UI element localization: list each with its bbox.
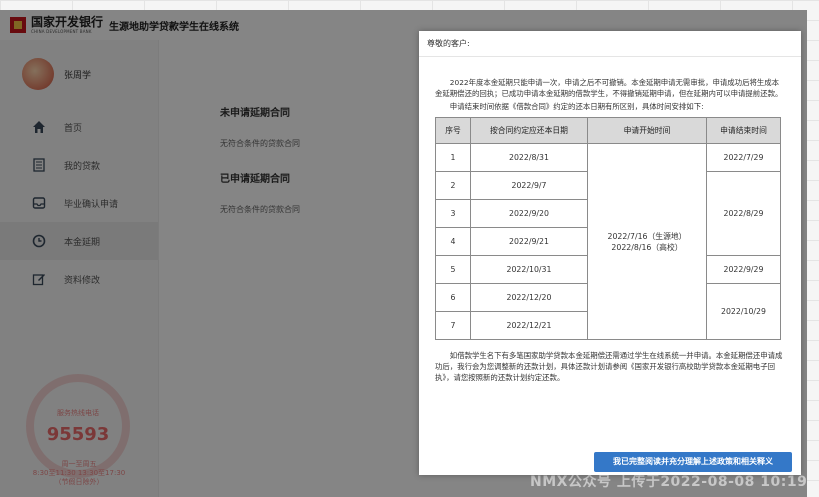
end-time-cell: 2022/7/29 (706, 143, 781, 172)
table-header-row: 序号 按合同约定应还本日期 申请开始时间 申请结束时间 (435, 117, 781, 144)
confirm-read-button[interactable]: 我已完整阅读并充分理解上述政策和相关释义 (594, 452, 792, 472)
row-no: 1 (435, 143, 471, 172)
row-no: 2 (435, 171, 471, 200)
notice-paragraph-1: 2022年度本金延期只能申请一次，申请之后不可撤销。本金延期申请无需审批，申请成… (435, 78, 783, 98)
column-header-start: 申请开始时间 (587, 117, 707, 144)
row-due-date: 2022/12/21 (470, 311, 588, 340)
end-time-cell: 2022/9/29 (706, 255, 781, 284)
notice-dialog: 尊敬的客户: 2022年度本金延期只能申请一次，申请之后不可撤销。本金延期申请无… (419, 31, 801, 475)
end-time-cell: 2022/10/29 (706, 283, 781, 340)
row-due-date: 2022/9/20 (470, 199, 588, 228)
row-no: 4 (435, 227, 471, 256)
table-row: 1 2022/8/31 2022/7/16（生源地） 2022/8/16（高校）… (435, 143, 781, 340)
dialog-greeting: 尊敬的客户: (419, 31, 801, 57)
row-no: 3 (435, 199, 471, 228)
extension-schedule-table: 序号 按合同约定应还本日期 申请开始时间 申请结束时间 1 2022/8/31 … (435, 117, 781, 340)
dialog-body: 2022年度本金延期只能申请一次，申请之后不可撤销。本金延期申请无需审批，申请成… (419, 57, 801, 383)
table-intro: 申请结束时间依据《借款合同》约定的还本日期有所区别，具体时间安排如下: (449, 102, 704, 111)
row-no: 6 (435, 283, 471, 312)
row-due-date: 2022/9/21 (470, 227, 588, 256)
row-due-date: 2022/9/7 (470, 171, 588, 200)
row-due-date: 2022/8/31 (470, 143, 588, 172)
start-time-origin: 2022/7/16（生源地） (607, 231, 687, 241)
end-time-cell: 2022/8/29 (706, 171, 781, 256)
start-time-cell: 2022/7/16（生源地） 2022/8/16（高校） (587, 143, 707, 340)
row-no: 7 (435, 311, 471, 340)
column-header-end: 申请结束时间 (706, 117, 781, 144)
column-header-no: 序号 (435, 117, 471, 144)
column-header-due-date: 按合同约定应还本日期 (470, 117, 588, 144)
row-due-date: 2022/12/20 (470, 283, 588, 312)
row-due-date: 2022/10/31 (470, 255, 588, 284)
start-time-college: 2022/8/16（高校） (611, 242, 683, 252)
notice-paragraph-2: 如借款学生名下有多笔国家助学贷款本金延期偿还需通过学生在线系统一并申请。本金延期… (435, 351, 783, 382)
row-no: 5 (435, 255, 471, 284)
